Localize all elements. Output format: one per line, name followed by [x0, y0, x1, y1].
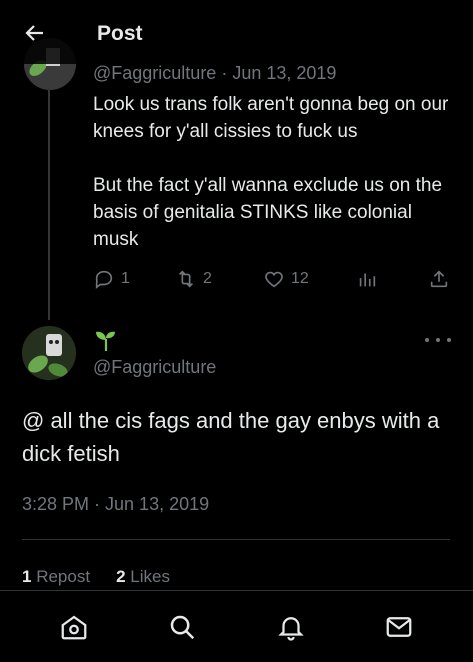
- post-stats: 1 Repost 2 Likes: [22, 567, 170, 587]
- dot-icon: [436, 338, 440, 342]
- home-icon: [61, 615, 87, 639]
- messages-icon: [386, 616, 412, 637]
- top-header: Post: [0, 0, 473, 64]
- share-icon: [430, 270, 448, 288]
- reposts-stat[interactable]: 1 Repost: [22, 567, 90, 587]
- views-button[interactable]: [356, 268, 378, 290]
- arrow-left-icon: [25, 25, 43, 41]
- nav-notifications-button[interactable]: [271, 607, 311, 647]
- nav-home-button[interactable]: [54, 607, 94, 647]
- dot-icon: [447, 338, 451, 342]
- back-button[interactable]: [18, 16, 52, 50]
- heart-icon: [265, 271, 283, 288]
- page-title: Post: [97, 22, 143, 45]
- seedling-icon: [93, 327, 119, 353]
- dot-icon: [425, 338, 429, 342]
- like-button[interactable]: 12: [263, 268, 309, 290]
- divider: [22, 539, 450, 540]
- repost-icon: [178, 270, 194, 288]
- analytics-icon: [359, 273, 376, 287]
- post-timestamp[interactable]: 3:28 PM · Jun 13, 2019: [22, 494, 209, 515]
- avatar[interactable]: [22, 326, 76, 380]
- repost-button[interactable]: 2: [175, 268, 212, 290]
- reply-button[interactable]: 1: [93, 268, 130, 290]
- parent-handle[interactable]: @Faggriculture · Jun 13, 2019: [93, 63, 336, 84]
- search-icon: [171, 615, 195, 639]
- likes-stat[interactable]: 2 Likes: [116, 567, 170, 587]
- more-options-button[interactable]: [425, 330, 451, 350]
- parent-actions: 1 2 12: [93, 268, 453, 298]
- share-button[interactable]: [428, 268, 450, 290]
- parent-post-text: Look us trans folk aren't gonna beg on o…: [93, 94, 449, 250]
- post-text: @ all the cis fags and the gay enbys wit…: [22, 408, 440, 466]
- nav-messages-button[interactable]: [379, 607, 419, 647]
- notifications-icon: [277, 616, 304, 641]
- thread-line: [48, 88, 50, 320]
- bottom-navigation: [0, 590, 473, 662]
- reply-icon: [95, 270, 113, 289]
- author-handle[interactable]: @Faggriculture: [93, 357, 216, 378]
- nav-search-button[interactable]: [162, 607, 202, 647]
